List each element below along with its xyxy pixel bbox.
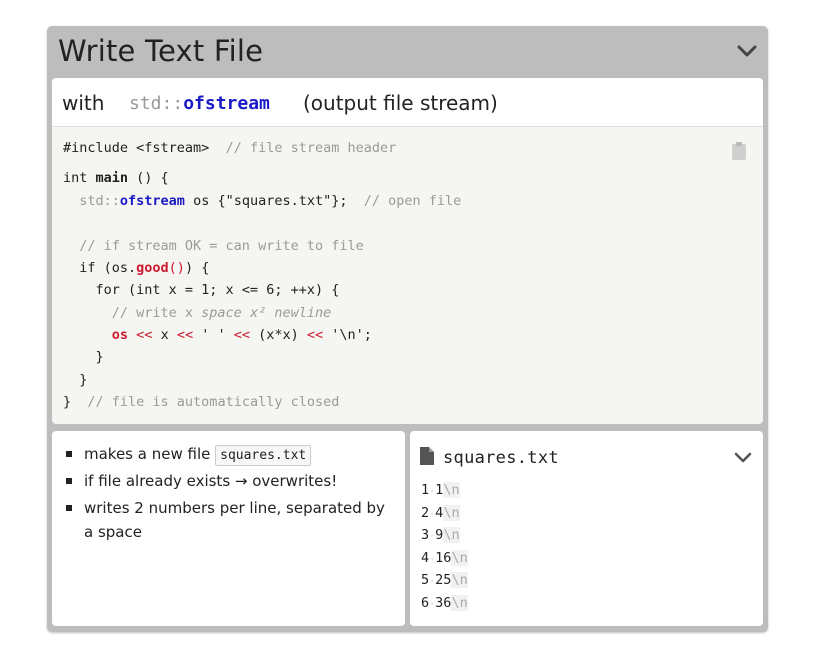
newline-marker: \n	[443, 482, 460, 498]
code-line: } // file is automatically closed	[63, 394, 340, 410]
code-line: }	[63, 349, 104, 365]
chevron-down-icon[interactable]	[733, 447, 753, 467]
file-line: 5·25\n	[421, 572, 468, 588]
line-number: 4	[421, 550, 430, 566]
code-line: // write x space x² newline	[63, 305, 332, 321]
list-item: writes 2 numbers per line, separated by …	[66, 496, 389, 544]
file-line: 1·1\n	[421, 482, 460, 498]
notes-box: makes a new file squares.txt if file alr…	[52, 431, 405, 626]
with-bar: with std::ofstream (output file stream)	[52, 78, 763, 127]
line-number: 1	[421, 482, 430, 498]
file-line: 6·36\n	[421, 595, 468, 611]
newline-marker: \n	[443, 527, 460, 543]
newline-marker: \n	[443, 505, 460, 521]
line-value: 25	[435, 572, 452, 588]
with-label: with	[62, 91, 105, 115]
file-line: 2·4\n	[421, 505, 460, 521]
clipboard-icon[interactable]	[731, 141, 747, 161]
list-item: makes a new file squares.txt	[66, 442, 389, 466]
newline-marker: \n	[451, 572, 468, 588]
newline-marker: \n	[451, 550, 468, 566]
code-line: std::ofstream os {"squares.txt"}; // ope…	[63, 193, 462, 209]
line-number: 6	[421, 595, 430, 611]
line-value: 16	[435, 550, 452, 566]
file-line: 3·9\n	[421, 527, 460, 543]
code-line: }	[63, 372, 88, 388]
write-text-file-panel: Write Text File with std::ofstream (outp…	[47, 26, 768, 632]
code-block: #include <fstream> // file stream header…	[52, 127, 763, 424]
line-value: 36	[435, 595, 452, 611]
type-name: std::ofstream	[129, 93, 270, 114]
file-line: 4·16\n	[421, 550, 468, 566]
line-number: 3	[421, 527, 430, 543]
line-number: 2	[421, 505, 430, 521]
code-line: int main () {	[63, 170, 169, 186]
code-line: for (int x = 1; x <= 6; ++x) {	[63, 282, 340, 298]
file-icon	[420, 447, 434, 465]
code-line: os << x << ' ' << (x*x) << '\n';	[111, 327, 372, 343]
file-preview: squares.txt 1·1\n 2·4\n 3·9\n 4·16\n 5·25\n 6…	[410, 431, 763, 626]
list-item: if file already exists → overwrites!	[66, 469, 389, 493]
panel-title: Write Text File	[58, 34, 264, 68]
code-line: // if stream OK = can write to file	[63, 238, 364, 254]
chevron-down-icon[interactable]	[736, 40, 758, 62]
line-number: 5	[421, 572, 430, 588]
type-description: (output file stream)	[303, 91, 498, 115]
code-line: if (os.good()) {	[63, 260, 210, 276]
file-chip: squares.txt	[215, 445, 312, 466]
file-name: squares.txt	[443, 448, 559, 468]
code-line: #include <fstream> // file stream header	[63, 140, 397, 156]
newline-marker: \n	[451, 595, 468, 611]
